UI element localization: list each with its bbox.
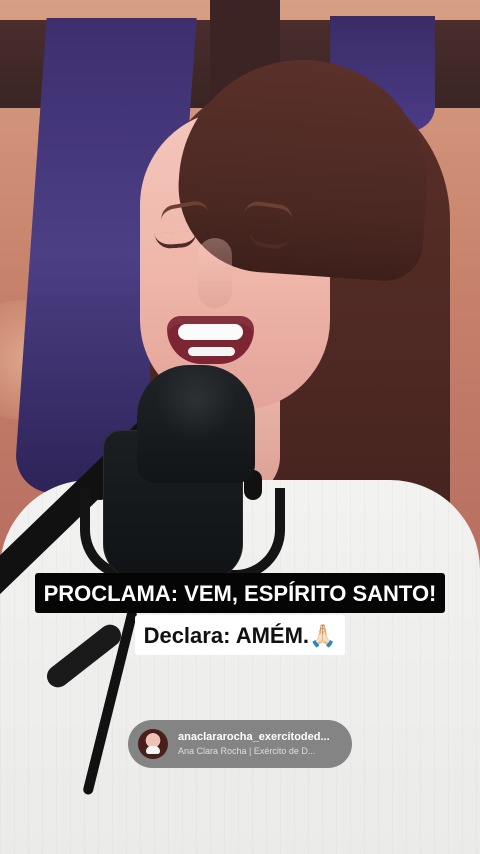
avatar[interactable] <box>138 729 168 759</box>
nose <box>198 238 232 308</box>
teeth-top <box>178 324 243 340</box>
creator-subtitle: Ana Clara Rocha | Exército de D... <box>178 746 316 757</box>
video-frame: PROCLAMA: VEM, ESPÍRITO SANTO! Declara: … <box>0 0 480 854</box>
microphone-grille <box>137 365 255 483</box>
creator-pill[interactable]: anaclararocha_exercitoded... Ana Clara R… <box>128 720 352 768</box>
creator-handle[interactable]: anaclararocha_exercitoded... <box>178 731 330 743</box>
creator-texts: anaclararocha_exercitoded... Ana Clara R… <box>178 731 330 757</box>
teeth-bottom <box>188 347 235 356</box>
